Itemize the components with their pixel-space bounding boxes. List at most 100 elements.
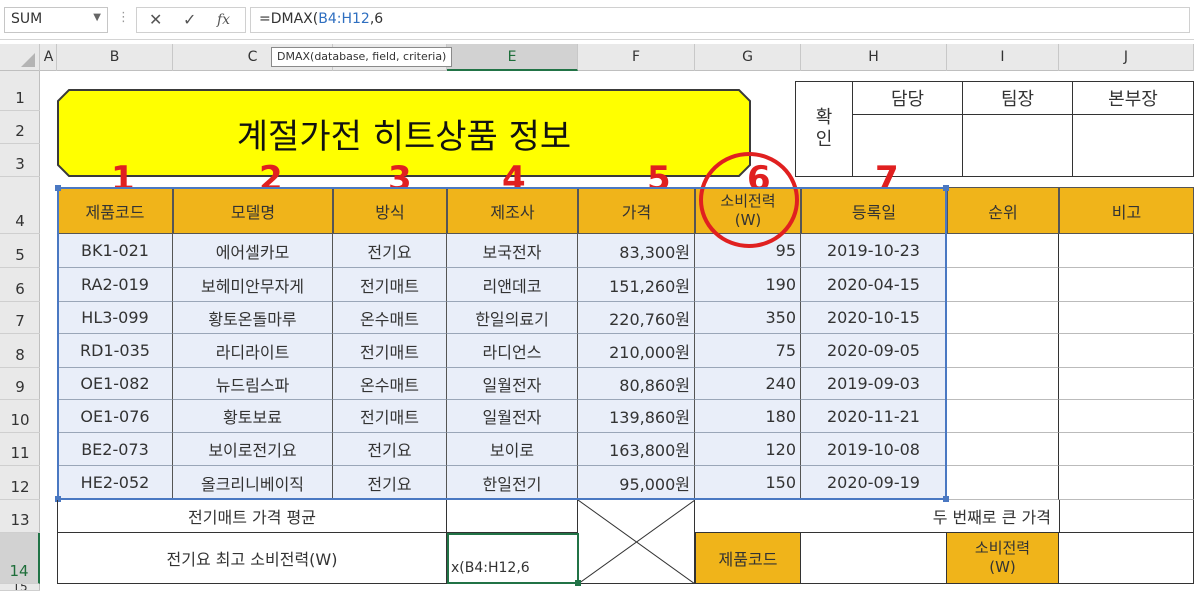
product-code-label[interactable]: 제품코드 xyxy=(695,533,801,584)
table-cell-method[interactable]: 전기요 xyxy=(333,433,447,466)
table-cell-model-name[interactable]: 올크리니베이직 xyxy=(173,466,333,500)
function-icon[interactable]: fx xyxy=(217,12,230,28)
row-header-13[interactable]: 13 xyxy=(0,500,40,533)
table-cell-reg-date[interactable]: 2019-09-03 xyxy=(801,368,947,400)
formula-input[interactable]: =DMAX(B4:H12,6 xyxy=(250,7,1190,33)
product-code-value[interactable] xyxy=(801,533,947,584)
table-cell-model-name[interactable]: 라디라이트 xyxy=(173,334,333,368)
table-cell-price[interactable]: 210,000원 xyxy=(578,334,695,368)
table-cell-product-code[interactable]: BK1-021 xyxy=(57,234,173,268)
table-cell-price[interactable]: 220,760원 xyxy=(578,302,695,334)
row-header-6[interactable]: 6 xyxy=(0,268,40,302)
fill-handle[interactable] xyxy=(575,580,581,586)
cancel-icon[interactable]: ✕ xyxy=(149,10,162,29)
column-header-j[interactable]: J xyxy=(1059,44,1194,71)
table-cell-product-code[interactable]: HE2-052 xyxy=(57,466,173,500)
header-rank[interactable]: 순위 xyxy=(947,187,1059,234)
table-cell-price[interactable]: 95,000원 xyxy=(578,466,695,500)
table-cell-model-name[interactable]: 에어셀카모 xyxy=(173,234,333,268)
table-cell-reg-date[interactable]: 2020-10-15 xyxy=(801,302,947,334)
table-cell-manufacturer[interactable]: 리앤데코 xyxy=(447,268,578,302)
header-price[interactable]: 가격 xyxy=(578,187,695,234)
header-method[interactable]: 방식 xyxy=(333,187,447,234)
table-cell-price[interactable]: 80,860원 xyxy=(578,368,695,400)
max-power-label[interactable]: 전기요 최고 소비전력(W) xyxy=(57,533,447,584)
table-cell-method[interactable]: 전기매트 xyxy=(333,334,447,368)
table-cell-price[interactable]: 83,300원 xyxy=(578,234,695,268)
table-cell-note[interactable] xyxy=(1059,433,1194,466)
table-cell-rank[interactable] xyxy=(947,234,1059,268)
row-header-14[interactable]: 14 xyxy=(0,533,40,584)
enter-icon[interactable]: ✓ xyxy=(183,10,196,29)
column-header-a[interactable]: A xyxy=(41,44,57,71)
active-cell-e14[interactable]: x(B4:H12,6 xyxy=(447,533,581,586)
table-cell-manufacturer[interactable]: 한일의료기 xyxy=(447,302,578,334)
power-label[interactable]: 소비전력 (W) xyxy=(947,533,1059,584)
header-note[interactable]: 비고 xyxy=(1059,187,1194,234)
row-header-10[interactable]: 10 xyxy=(0,400,40,433)
table-cell-price[interactable]: 139,860원 xyxy=(578,400,695,433)
row-header-1[interactable]: 1 xyxy=(0,71,40,111)
row-header-8[interactable]: 8 xyxy=(0,334,40,368)
table-cell-note[interactable] xyxy=(1059,466,1194,500)
table-cell-product-code[interactable]: BE2-073 xyxy=(57,433,173,466)
table-cell-rank[interactable] xyxy=(947,268,1059,302)
second-price-label[interactable]: 두 번째로 큰 가격 xyxy=(695,500,1059,533)
column-header-g[interactable]: G xyxy=(695,44,801,71)
table-cell-manufacturer[interactable]: 보국전자 xyxy=(447,234,578,268)
approval-team-lead-sign[interactable] xyxy=(962,114,1073,177)
table-cell-product-code[interactable]: OE1-076 xyxy=(57,400,173,433)
table-cell-note[interactable] xyxy=(1059,234,1194,268)
row-header-3[interactable]: 3 xyxy=(0,144,40,177)
table-cell-reg-date[interactable]: 2020-04-15 xyxy=(801,268,947,302)
row-header-9[interactable]: 9 xyxy=(0,368,40,400)
table-cell-price[interactable]: 151,260원 xyxy=(578,268,695,302)
row-header-4[interactable]: 4 xyxy=(0,177,40,234)
table-cell-rank[interactable] xyxy=(947,302,1059,334)
table-cell-power[interactable]: 180 xyxy=(695,400,801,433)
column-header-f[interactable]: F xyxy=(578,44,695,71)
header-product-code[interactable]: 제품코드 xyxy=(57,187,173,234)
elec-mat-avg-label[interactable]: 전기매트 가격 평균 xyxy=(57,500,447,533)
table-cell-power[interactable]: 350 xyxy=(695,302,801,334)
row-header-11[interactable]: 11 xyxy=(0,433,40,466)
row-header-2[interactable]: 2 xyxy=(0,111,40,144)
table-cell-rank[interactable] xyxy=(947,368,1059,400)
table-cell-rank[interactable] xyxy=(947,466,1059,500)
table-cell-rank[interactable] xyxy=(947,334,1059,368)
drag-handle-icon[interactable]: ⋮ xyxy=(117,10,130,25)
table-cell-note[interactable] xyxy=(1059,302,1194,334)
table-cell-power[interactable]: 190 xyxy=(695,268,801,302)
table-cell-power[interactable]: 120 xyxy=(695,433,801,466)
table-cell-manufacturer[interactable]: 한일전기 xyxy=(447,466,578,500)
column-header-b[interactable]: B xyxy=(57,44,173,71)
row-header-7[interactable]: 7 xyxy=(0,302,40,334)
table-cell-note[interactable] xyxy=(1059,334,1194,368)
table-cell-product-code[interactable]: RD1-035 xyxy=(57,334,173,368)
table-cell-manufacturer[interactable]: 일월전자 xyxy=(447,368,578,400)
approval-manager-sign[interactable] xyxy=(852,114,963,177)
table-cell-price[interactable]: 163,800원 xyxy=(578,433,695,466)
table-cell-reg-date[interactable]: 2020-09-19 xyxy=(801,466,947,500)
table-cell-note[interactable] xyxy=(1059,368,1194,400)
row-header-15[interactable]: 15 xyxy=(0,584,40,591)
table-cell-product-code[interactable]: OE1-082 xyxy=(57,368,173,400)
header-manufacturer[interactable]: 제조사 xyxy=(447,187,578,234)
column-header-h[interactable]: H xyxy=(801,44,947,71)
table-cell-model-name[interactable]: 보헤미안무자게 xyxy=(173,268,333,302)
table-cell-reg-date[interactable]: 2020-11-21 xyxy=(801,400,947,433)
elec-mat-avg-value[interactable] xyxy=(447,500,578,533)
table-cell-power[interactable]: 240 xyxy=(695,368,801,400)
table-cell-reg-date[interactable]: 2019-10-23 xyxy=(801,234,947,268)
table-cell-product-code[interactable]: HL3-099 xyxy=(57,302,173,334)
name-box[interactable]: SUM ▼ xyxy=(4,7,108,33)
approval-division-head-sign[interactable] xyxy=(1072,114,1194,177)
table-cell-reg-date[interactable]: 2020-09-05 xyxy=(801,334,947,368)
table-cell-rank[interactable] xyxy=(947,400,1059,433)
column-header-e[interactable]: E xyxy=(447,44,578,71)
table-cell-manufacturer[interactable]: 일월전자 xyxy=(447,400,578,433)
table-cell-reg-date[interactable]: 2019-10-08 xyxy=(801,433,947,466)
table-cell-method[interactable]: 온수매트 xyxy=(333,302,447,334)
header-model-name[interactable]: 모델명 xyxy=(173,187,333,234)
table-cell-method[interactable]: 전기매트 xyxy=(333,268,447,302)
